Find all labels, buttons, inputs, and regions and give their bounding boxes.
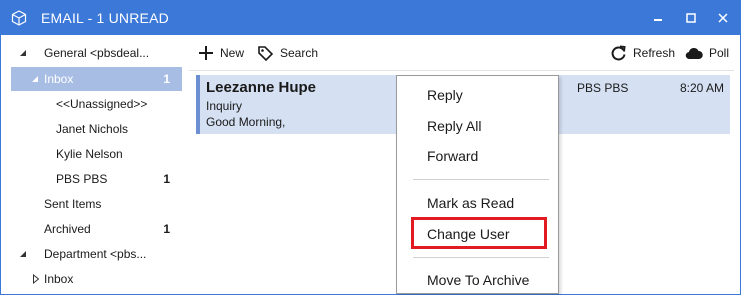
- tree-item-label: <<Unassigned>>: [56, 97, 148, 111]
- minimize-button[interactable]: [645, 7, 671, 29]
- tree-item-kylie-nelson[interactable]: Kylie Nelson: [1, 142, 182, 166]
- menu-item-reply-all[interactable]: Reply All: [397, 113, 558, 139]
- close-button[interactable]: [710, 7, 736, 29]
- tree-item-general[interactable]: General <pbsdeal...: [1, 41, 182, 65]
- tree-item-label: Department <pbs...: [44, 247, 147, 261]
- menu-divider: [413, 179, 549, 180]
- tree-item-label: Janet Nichols: [56, 122, 129, 136]
- poll-button[interactable]: Poll: [685, 41, 729, 65]
- tree-item-label: Sent Items: [44, 197, 102, 211]
- message-subject: Inquiry: [206, 99, 243, 113]
- title-bar: EMAIL - 1 UNREAD: [1, 1, 740, 35]
- maximize-button[interactable]: [678, 7, 704, 29]
- tree-item-archived[interactable]: Archived 1: [1, 217, 182, 241]
- tree-item-label: PBS PBS: [56, 172, 108, 186]
- unread-count: 1: [163, 222, 170, 236]
- refresh-button[interactable]: Refresh: [610, 41, 675, 65]
- expanded-arrow-icon[interactable]: [30, 74, 40, 84]
- unread-count: 1: [163, 172, 170, 186]
- folder-tree: General <pbsdeal... Inbox 1 <<Unassigned…: [1, 35, 186, 294]
- message-sender: Leezanne Hupe: [206, 79, 317, 96]
- search-button-label: Search: [280, 46, 319, 60]
- poll-button-label: Poll: [709, 46, 730, 60]
- tag-icon: [258, 45, 274, 61]
- plus-icon: [199, 46, 213, 60]
- tree-item-label: General <pbsdeal...: [44, 46, 150, 60]
- email-window: EMAIL - 1 UNREAD General <pbsdeal... Inb…: [0, 0, 741, 295]
- context-menu: Reply Reply All Forward Mark as Read Cha…: [396, 75, 559, 294]
- expanded-arrow-icon[interactable]: [18, 249, 28, 259]
- tree-item-label: Kylie Nelson: [56, 147, 123, 161]
- new-button[interactable]: New: [198, 41, 244, 65]
- cube-icon: [11, 10, 27, 26]
- tree-item-unassigned[interactable]: <<Unassigned>>: [1, 92, 182, 116]
- toolbar-divider: [189, 70, 734, 71]
- message-user: PBS PBS: [577, 81, 629, 95]
- refresh-icon: [611, 45, 626, 60]
- tree-item-janet-nichols[interactable]: Janet Nichols: [1, 117, 182, 141]
- refresh-button-label: Refresh: [633, 46, 676, 60]
- cloud-icon: [685, 47, 703, 60]
- menu-item-reply[interactable]: Reply: [397, 82, 558, 108]
- collapsed-arrow-icon[interactable]: [31, 274, 41, 284]
- toolbar: New Search Refresh Poll: [189, 37, 739, 69]
- menu-item-move-to-archive[interactable]: Move To Archive: [397, 267, 558, 293]
- window-title: EMAIL - 1 UNREAD: [41, 10, 169, 26]
- menu-item-mark-as-read[interactable]: Mark as Read: [397, 190, 558, 216]
- tree-item-department-inbox[interactable]: Inbox: [1, 267, 182, 291]
- unread-count: 1: [163, 72, 170, 86]
- tree-item-sent-items[interactable]: Sent Items: [1, 192, 182, 216]
- menu-divider: [413, 257, 549, 258]
- search-button[interactable]: Search: [257, 41, 318, 65]
- menu-item-forward[interactable]: Forward: [397, 143, 558, 169]
- new-button-label: New: [220, 46, 245, 60]
- message-time: 8:20 AM: [680, 81, 725, 95]
- message-preview: Good Morning,: [206, 115, 286, 129]
- tree-item-department[interactable]: Department <pbs...: [1, 242, 182, 266]
- tree-item-pbs-pbs[interactable]: PBS PBS 1: [1, 167, 182, 191]
- tree-item-label: Archived: [44, 222, 91, 236]
- tree-item-label: Inbox: [44, 72, 74, 86]
- expanded-arrow-icon[interactable]: [18, 48, 28, 58]
- tree-item-inbox[interactable]: Inbox 1: [11, 67, 182, 91]
- tree-item-label: Inbox: [44, 272, 74, 286]
- highlight-box: [411, 217, 547, 249]
